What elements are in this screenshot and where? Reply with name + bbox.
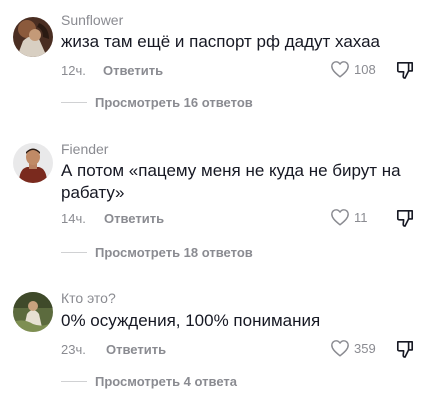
comment-author[interactable]: Кто это? (61, 290, 116, 306)
view-replies-link[interactable]: Просмотреть 4 ответа (61, 374, 237, 389)
like-count: 359 (354, 340, 376, 356)
dislike-button[interactable] (396, 339, 414, 364)
divider-line (61, 381, 87, 382)
avatar-image (13, 292, 53, 332)
heart-outline-icon (331, 340, 349, 357)
view-replies-label: Просмотреть 4 ответа (95, 374, 237, 389)
comment-time: 23ч. (61, 342, 86, 357)
comment-text: 0% осуждения, 100% понимания (61, 311, 321, 330)
thumb-down-outline-icon (396, 340, 414, 358)
reply-button[interactable]: Ответить (106, 342, 166, 357)
comment-item: Кто это? 0% осуждения, 100% понимания 23… (0, 0, 428, 400)
like-button[interactable]: 359 (330, 339, 376, 357)
avatar[interactable] (13, 292, 53, 332)
